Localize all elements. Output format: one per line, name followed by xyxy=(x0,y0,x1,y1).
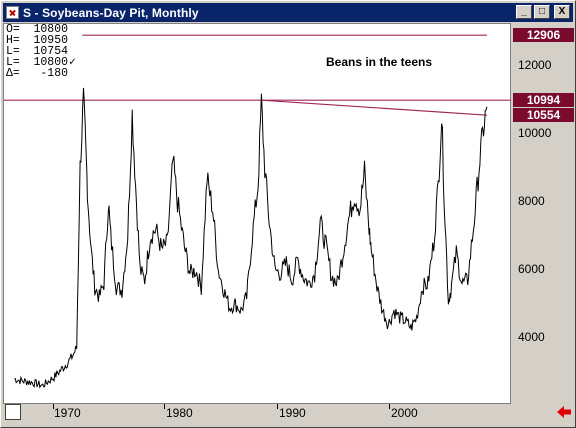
chart-app-icon xyxy=(6,6,19,19)
year-tick xyxy=(389,404,390,409)
readout-change: Δ= -180 xyxy=(6,67,78,80)
trend-line xyxy=(261,99,487,116)
window-controls: _ □ X xyxy=(516,5,570,19)
year-label: 2000 xyxy=(391,406,418,420)
readout-label: Δ= xyxy=(6,67,20,80)
price-axis-label: 10000 xyxy=(518,126,552,140)
price-axis-label: 8000 xyxy=(518,194,545,208)
year-tick xyxy=(277,404,278,409)
readout-value: -180 xyxy=(40,67,68,80)
price-axis-label: 6000 xyxy=(518,262,545,276)
year-tick xyxy=(164,404,165,409)
price-chart xyxy=(4,34,512,389)
price-axis[interactable] xyxy=(511,23,574,404)
readout-mark xyxy=(68,24,78,35)
price-tag-trendline: 10554 xyxy=(513,108,574,122)
price-tag-level: 10994 xyxy=(513,93,574,107)
minimize-button[interactable]: _ xyxy=(516,5,532,19)
year-label: 1990 xyxy=(279,406,306,420)
price-plot-area[interactable]: O= 10800 H= 10950 L= 10754 L= 10800 ✓ Δ= xyxy=(3,23,512,404)
ohlc-readout: O= 10800 H= 10950 L= 10754 L= 10800 ✓ Δ= xyxy=(6,24,78,80)
price-series-line xyxy=(14,87,488,389)
price-axis-label: 12000 xyxy=(518,58,552,72)
readout-mark xyxy=(68,68,78,79)
year-label: 1980 xyxy=(166,406,193,420)
window-title: S - Soybeans-Day Pit, Monthly xyxy=(23,5,199,20)
title-bar[interactable]: S - Soybeans-Day Pit, Monthly _ □ X xyxy=(3,3,573,22)
readout-mark xyxy=(68,35,78,46)
chart-window: S - Soybeans-Day Pit, Monthly _ □ X O= 1… xyxy=(0,0,576,428)
price-tag-high-line: 12906 xyxy=(513,28,574,42)
chart-annotation: Beans in the teens xyxy=(326,55,433,69)
scroll-left-arrow-icon[interactable] xyxy=(556,405,572,419)
scroll-handle[interactable] xyxy=(5,404,21,420)
maximize-button[interactable]: □ xyxy=(534,5,550,19)
checkmark-icon: ✓ xyxy=(69,56,76,69)
year-label: 1970 xyxy=(54,406,81,420)
close-button[interactable]: X xyxy=(554,5,570,19)
price-axis-label: 4000 xyxy=(518,330,545,344)
